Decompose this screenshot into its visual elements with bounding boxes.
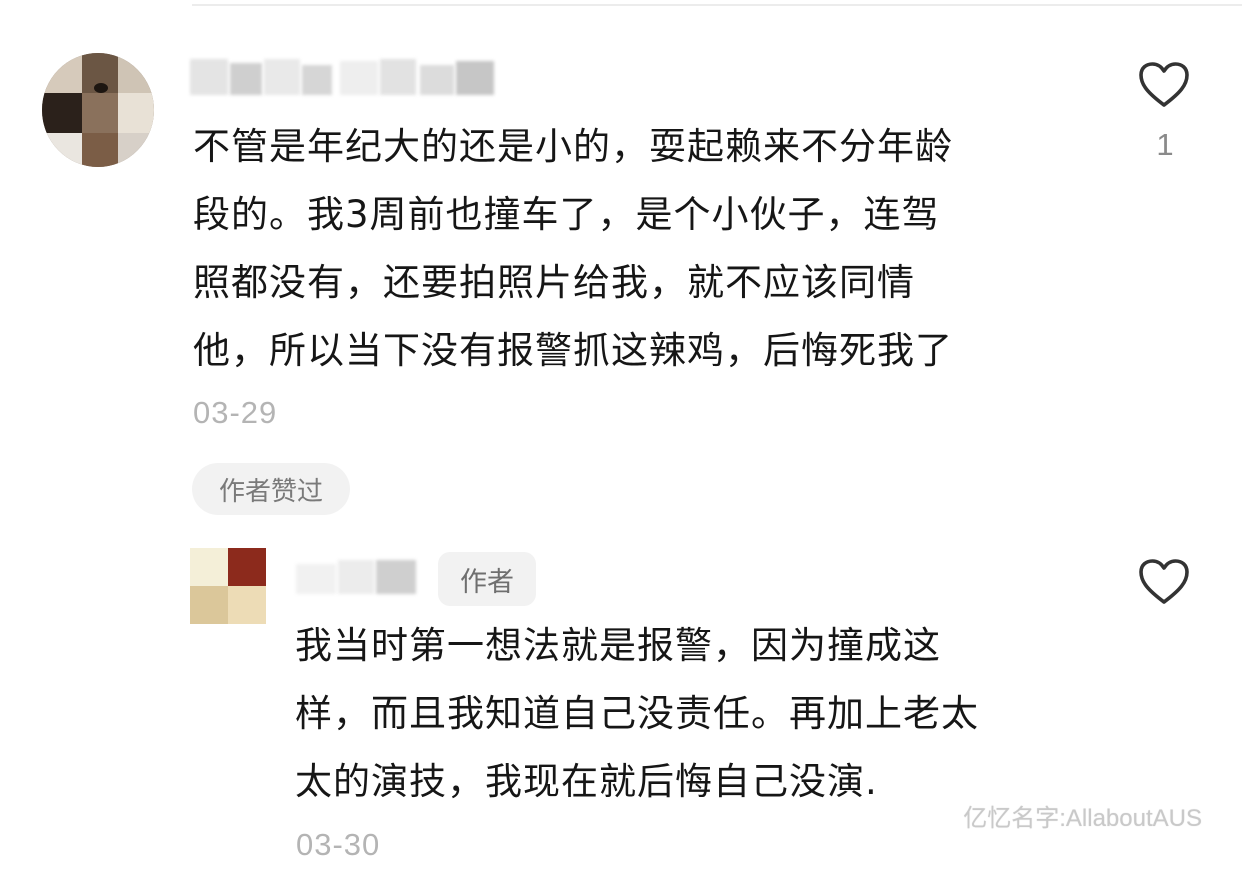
watermark: 亿忆名字:AllaboutAUS [963,805,1202,832]
comment-line: 不管是年纪大的还是小的，耍起赖来不分年龄 [193,125,953,168]
comment-line: 他，所以当下没有报警抓这辣鸡，后悔死我了 [193,329,953,372]
reply-author-avatar[interactable] [190,548,266,624]
comment-date: 03-29 [193,395,278,430]
heart-outline-icon [1139,62,1189,107]
reply-line: 样，而且我知道自己没责任。再加上老太 [295,692,979,735]
reply-like-button[interactable] [1136,554,1192,610]
comment-line: 照都没有，还要拍照片给我，就不应该同情 [193,261,915,304]
author-badge: 作者 [438,552,536,606]
heart-outline-icon [1139,559,1189,604]
reply-username-blurred[interactable] [296,556,426,596]
comment-line: 段的。我3周前也撞车了，是个小伙子，连驾 [193,193,940,236]
commenter-avatar[interactable] [42,53,154,167]
reply-line: 太的演技，我现在就后悔自己没演. [295,760,878,803]
comment-like-button[interactable] [1136,57,1192,113]
comment-body: 不管是年纪大的还是小的，耍起赖来不分年龄 段的。我3周前也撞车了，是个小伙子，连… [193,113,953,385]
comment-like-count: 1 [1156,127,1174,162]
reply-date: 03-30 [296,827,381,862]
author-liked-badge: 作者赞过 [192,463,350,515]
commenter-username-blurred[interactable] [190,55,500,95]
top-divider [192,4,1242,6]
reply-body: 我当时第一想法就是报警，因为撞成这 样，而且我知道自己没责任。再加上老太 太的演… [295,612,979,816]
reply-line: 我当时第一想法就是报警，因为撞成这 [295,624,941,667]
